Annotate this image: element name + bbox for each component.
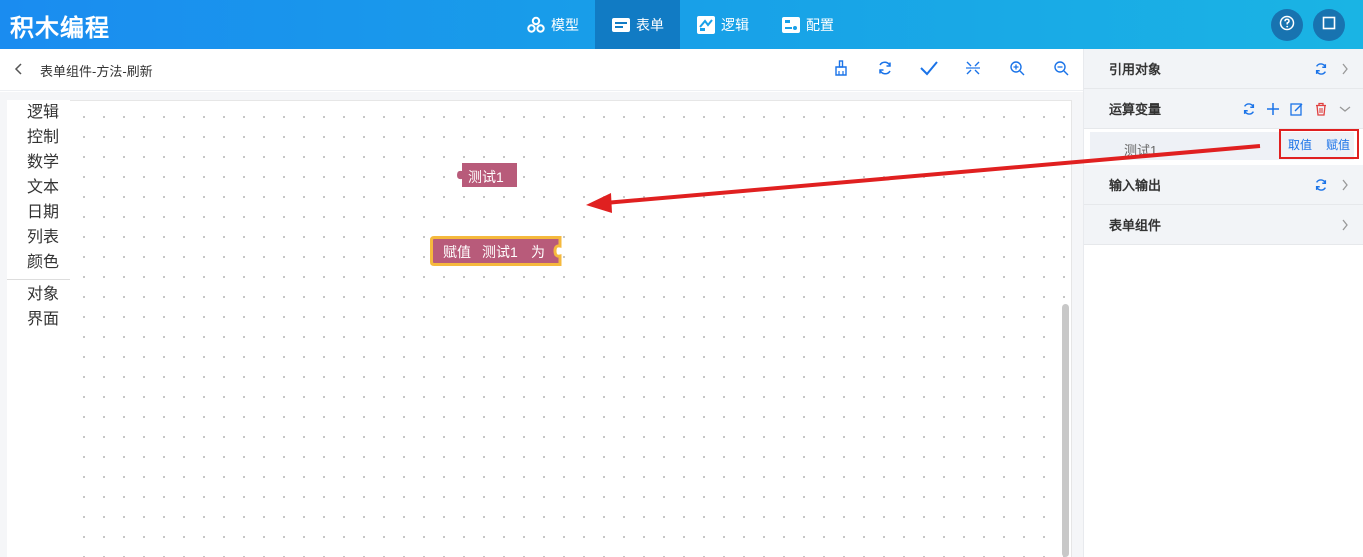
section-title: 引用对象 [1109,62,1162,77]
toolbox-category-object[interactable]: 对象 [7,282,70,307]
chevron-down-icon[interactable] [1337,101,1353,117]
block-canvas[interactable] [70,100,1072,557]
refresh-icon [877,60,893,81]
nav-logic-label: 逻辑 [721,16,749,33]
section-input-output[interactable]: 输入输出 [1084,165,1363,205]
canvas-scrollbar[interactable] [1062,304,1069,557]
variable-get-block[interactable]: 测试1 [454,163,517,187]
page-title: 表单组件-方法-刷新 [40,64,153,79]
variable-get-block-label: 测试1 [468,169,504,185]
nav-config[interactable]: 配置 [765,0,850,49]
right-panel: 引用对象 运算变量 测试1 取值 赋值 输入输出 表单组件 [1083,49,1363,557]
toolbox-category-list[interactable]: 列表 [7,225,70,250]
refresh-icon[interactable] [1241,101,1257,117]
delete-icon[interactable] [1313,101,1329,117]
toolbox-category-text[interactable]: 文本 [7,175,70,200]
toolbox-category-logic[interactable]: 逻辑 [7,100,70,125]
nav-model[interactable]: 模型 [510,0,595,49]
confirm-button[interactable] [917,58,941,82]
config-icon [781,15,801,35]
collapse-button[interactable] [961,58,985,82]
main-nav: 模型 表单 逻辑 配置 [510,0,850,49]
zoom-out-icon [1053,60,1069,81]
refresh-button[interactable] [873,58,897,82]
toolbox-divider [7,279,70,280]
broom-icon [833,59,849,81]
variable-row: 测试1 取值 赋值 [1084,129,1363,165]
form-icon [611,15,631,35]
toolbox-category-control[interactable]: 控制 [7,125,70,150]
variable-set-keyword: 赋值 [443,244,471,260]
section-title: 运算变量 [1109,102,1162,117]
section-form-components[interactable]: 表单组件 [1084,205,1363,245]
refresh-icon[interactable] [1313,61,1329,77]
top-right-actions [1271,9,1345,41]
set-value-link[interactable]: 赋值 [1326,136,1350,153]
app-brand: 积木编程 [10,15,110,42]
block-toolbox: 逻辑 控制 数学 文本 日期 列表 颜色 对象 界面 [7,100,70,557]
variable-actions: 取值 赋值 [1279,129,1359,159]
top-bar: 积木编程 模型 表单 逻辑 配置 [0,0,1363,49]
zoom-in-button[interactable] [1005,58,1029,82]
nav-form-label: 表单 [636,16,664,33]
nav-logic[interactable]: 逻辑 [680,0,765,49]
variable-set-suffix: 为 [531,244,545,260]
section-variables[interactable]: 运算变量 [1084,89,1363,129]
refresh-icon[interactable] [1313,177,1329,193]
section-title: 输入输出 [1109,178,1162,193]
back-icon[interactable] [12,62,26,76]
model-icon [526,15,546,35]
workspace: 逻辑 控制 数学 文本 日期 列表 颜色 对象 界面 [0,92,1083,557]
zoom-in-icon [1009,60,1025,81]
sub-header: 表单组件-方法-刷新 [0,49,1083,91]
get-value-link[interactable]: 取值 [1288,136,1312,153]
section-referenced-objects[interactable]: 引用对象 [1084,49,1363,89]
fullscreen-button[interactable] [1313,9,1345,41]
section-title: 表单组件 [1109,218,1162,233]
logic-icon [696,15,716,35]
collapse-icon [965,60,981,81]
toolbox-category-ui[interactable]: 界面 [7,307,70,332]
canvas-toolbar [829,58,1073,82]
edit-icon[interactable] [1289,101,1305,117]
variable-set-block[interactable]: 赋值 测试1 为 [430,236,566,266]
nav-model-label: 模型 [551,16,579,33]
clean-button[interactable] [829,58,853,82]
chevron-right-icon[interactable] [1337,61,1353,77]
help-button[interactable] [1271,9,1303,41]
variable-name: 测试1 [1124,143,1158,158]
toolbox-category-color[interactable]: 颜色 [7,250,70,275]
nav-form[interactable]: 表单 [595,0,680,49]
toolbox-category-math[interactable]: 数学 [7,150,70,175]
help-icon [1279,15,1295,36]
check-icon [919,60,939,81]
variable-set-var-name: 测试1 [482,244,518,260]
toolbox-category-date[interactable]: 日期 [7,200,70,225]
nav-config-label: 配置 [806,16,834,33]
chevron-right-icon[interactable] [1337,177,1353,193]
add-icon[interactable] [1265,101,1281,117]
chevron-right-icon[interactable] [1337,217,1353,233]
square-icon [1322,16,1336,35]
zoom-out-button[interactable] [1049,58,1073,82]
